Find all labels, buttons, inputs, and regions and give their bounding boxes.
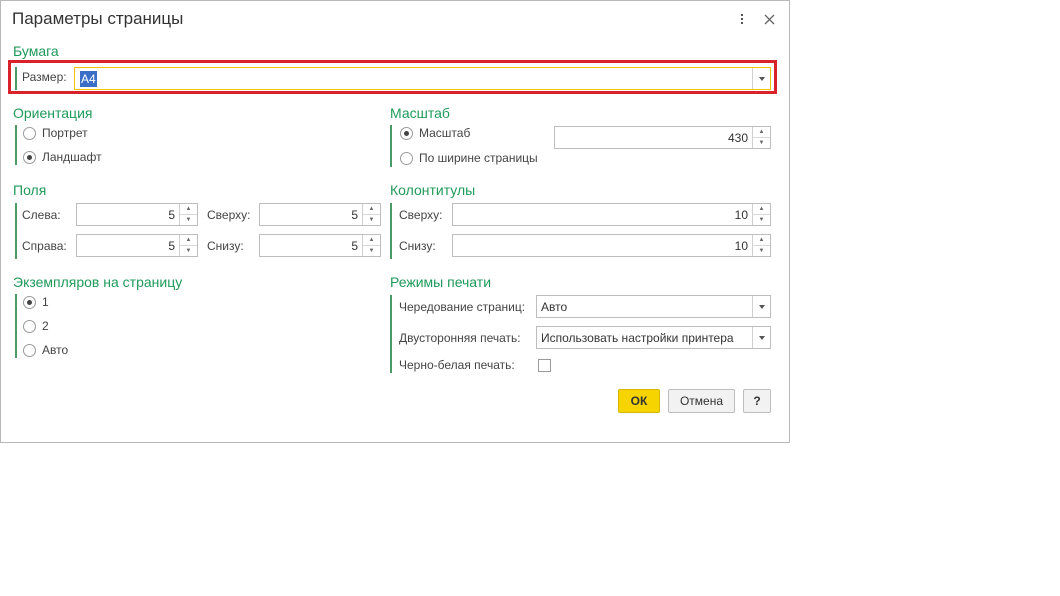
header-bottom-input[interactable]: 10 ▲ ▼ [452, 234, 771, 257]
page-settings-dialog: Параметры страницы Бумага Размер: A4 Ори… [0, 0, 790, 443]
scale-value: 430 [727, 131, 748, 145]
chevron-down-icon[interactable] [752, 68, 770, 89]
ok-button[interactable]: ОК [618, 389, 660, 413]
copies-group-title: Экземпляров на страницу [13, 274, 183, 290]
header-top-label: Сверху: [399, 208, 443, 222]
spin-up-icon[interactable]: ▲ [753, 204, 770, 215]
radio-portrait[interactable]: Портрет [23, 126, 88, 140]
more-vertical-icon[interactable] [735, 10, 749, 28]
radio-copies-auto[interactable]: Авто [23, 343, 68, 357]
paper-group-title: Бумага [13, 43, 59, 59]
group-bar [390, 295, 392, 373]
close-icon[interactable] [763, 10, 777, 28]
margin-bottom-spinner[interactable]: ▲ ▼ [362, 235, 380, 256]
spin-up-icon[interactable]: ▲ [180, 235, 197, 246]
headers-group-title: Колонтитулы [390, 182, 476, 198]
header-bottom-value: 10 [734, 239, 748, 253]
size-label: Размер: [22, 70, 67, 84]
dialog-title: Параметры страницы [12, 9, 184, 28]
radio-circle-selected [400, 126, 413, 140]
margins-group-title: Поля [13, 182, 47, 198]
bw-checkbox[interactable] [538, 359, 551, 372]
header-top-spinner[interactable]: ▲ ▼ [752, 204, 770, 225]
spin-down-icon[interactable]: ▼ [363, 246, 380, 256]
duplex-label: Двусторонняя печать: [399, 331, 521, 345]
radio-scale[interactable]: Масштаб [400, 126, 470, 140]
margin-bottom-label: Снизу: [207, 239, 244, 253]
chevron-down-icon[interactable] [752, 327, 770, 348]
spin-up-icon[interactable]: ▲ [753, 127, 770, 138]
spin-down-icon[interactable]: ▼ [180, 246, 197, 256]
alternation-select[interactable]: Авто [536, 295, 771, 318]
spin-down-icon[interactable]: ▼ [753, 138, 770, 148]
margin-bottom-value: 5 [351, 239, 358, 253]
header-bottom-label: Снизу: [399, 239, 436, 253]
margin-left-input[interactable]: 5 ▲ ▼ [76, 203, 198, 226]
radio-circle [23, 319, 36, 333]
spin-down-icon[interactable]: ▼ [753, 246, 770, 256]
duplex-value: Использовать настройки принтера [541, 331, 734, 345]
spin-down-icon[interactable]: ▼ [363, 215, 380, 225]
radio-label: Авто [42, 343, 69, 357]
margin-left-value: 5 [168, 208, 175, 222]
margin-right-spinner[interactable]: ▲ ▼ [179, 235, 197, 256]
scale-spinner[interactable]: ▲ ▼ [752, 127, 770, 148]
group-bar [15, 203, 17, 259]
group-bar [15, 67, 17, 90]
radio-copies-1[interactable]: 1 [23, 295, 49, 309]
radio-circle-selected [23, 150, 36, 164]
spin-down-icon[interactable]: ▼ [753, 215, 770, 225]
cancel-button[interactable]: Отмена [668, 389, 735, 413]
scale-group-title: Масштаб [390, 105, 450, 121]
spin-up-icon[interactable]: ▲ [363, 235, 380, 246]
spin-up-icon[interactable]: ▲ [180, 204, 197, 215]
header-bottom-spinner[interactable]: ▲ ▼ [752, 235, 770, 256]
radio-circle [23, 126, 36, 140]
radio-circle-selected [23, 295, 36, 309]
radio-circle [400, 151, 413, 165]
radio-label: По ширине страницы [419, 151, 538, 165]
margin-bottom-input[interactable]: 5 ▲ ▼ [259, 234, 381, 257]
margin-left-spinner[interactable]: ▲ ▼ [179, 204, 197, 225]
radio-landscape[interactable]: Ландшафт [23, 150, 102, 164]
help-button[interactable]: ? [743, 389, 771, 413]
chevron-down-icon[interactable] [752, 296, 770, 317]
margin-right-value: 5 [168, 239, 175, 253]
scale-input[interactable]: 430 ▲ ▼ [554, 126, 771, 149]
header-top-value: 10 [734, 208, 748, 222]
spin-down-icon[interactable]: ▼ [180, 215, 197, 225]
margin-left-label: Слева: [22, 208, 61, 222]
radio-fit-width[interactable]: По ширине страницы [400, 151, 538, 165]
radio-label: Ландшафт [42, 150, 102, 164]
radio-label: Портрет [42, 126, 88, 140]
group-bar [15, 125, 17, 165]
header-top-input[interactable]: 10 ▲ ▼ [452, 203, 771, 226]
margin-right-label: Справа: [22, 239, 67, 253]
title-icons [735, 10, 777, 28]
margin-top-value: 5 [351, 208, 358, 222]
radio-copies-2[interactable]: 2 [23, 319, 49, 333]
radio-label: 2 [42, 319, 49, 333]
print-modes-group-title: Режимы печати [390, 274, 492, 290]
margin-top-input[interactable]: 5 ▲ ▼ [259, 203, 381, 226]
group-bar [390, 203, 392, 259]
spin-up-icon[interactable]: ▲ [753, 235, 770, 246]
margin-top-label: Сверху: [207, 208, 251, 222]
group-bar [390, 125, 392, 167]
alternation-label: Чередование страниц: [399, 300, 526, 314]
paper-size-field[interactable]: A4 [74, 67, 771, 90]
spin-up-icon[interactable]: ▲ [363, 204, 380, 215]
margin-right-input[interactable]: 5 ▲ ▼ [76, 234, 198, 257]
bw-label: Черно-белая печать: [399, 358, 515, 372]
orientation-group-title: Ориентация [13, 105, 93, 121]
duplex-select[interactable]: Использовать настройки принтера [536, 326, 771, 349]
paper-size-value: A4 [80, 71, 97, 87]
radio-label: 1 [42, 295, 49, 309]
alternation-value: Авто [541, 300, 568, 314]
radio-label: Масштаб [419, 126, 471, 140]
radio-circle [23, 343, 36, 357]
group-bar [15, 294, 17, 358]
margin-top-spinner[interactable]: ▲ ▼ [362, 204, 380, 225]
